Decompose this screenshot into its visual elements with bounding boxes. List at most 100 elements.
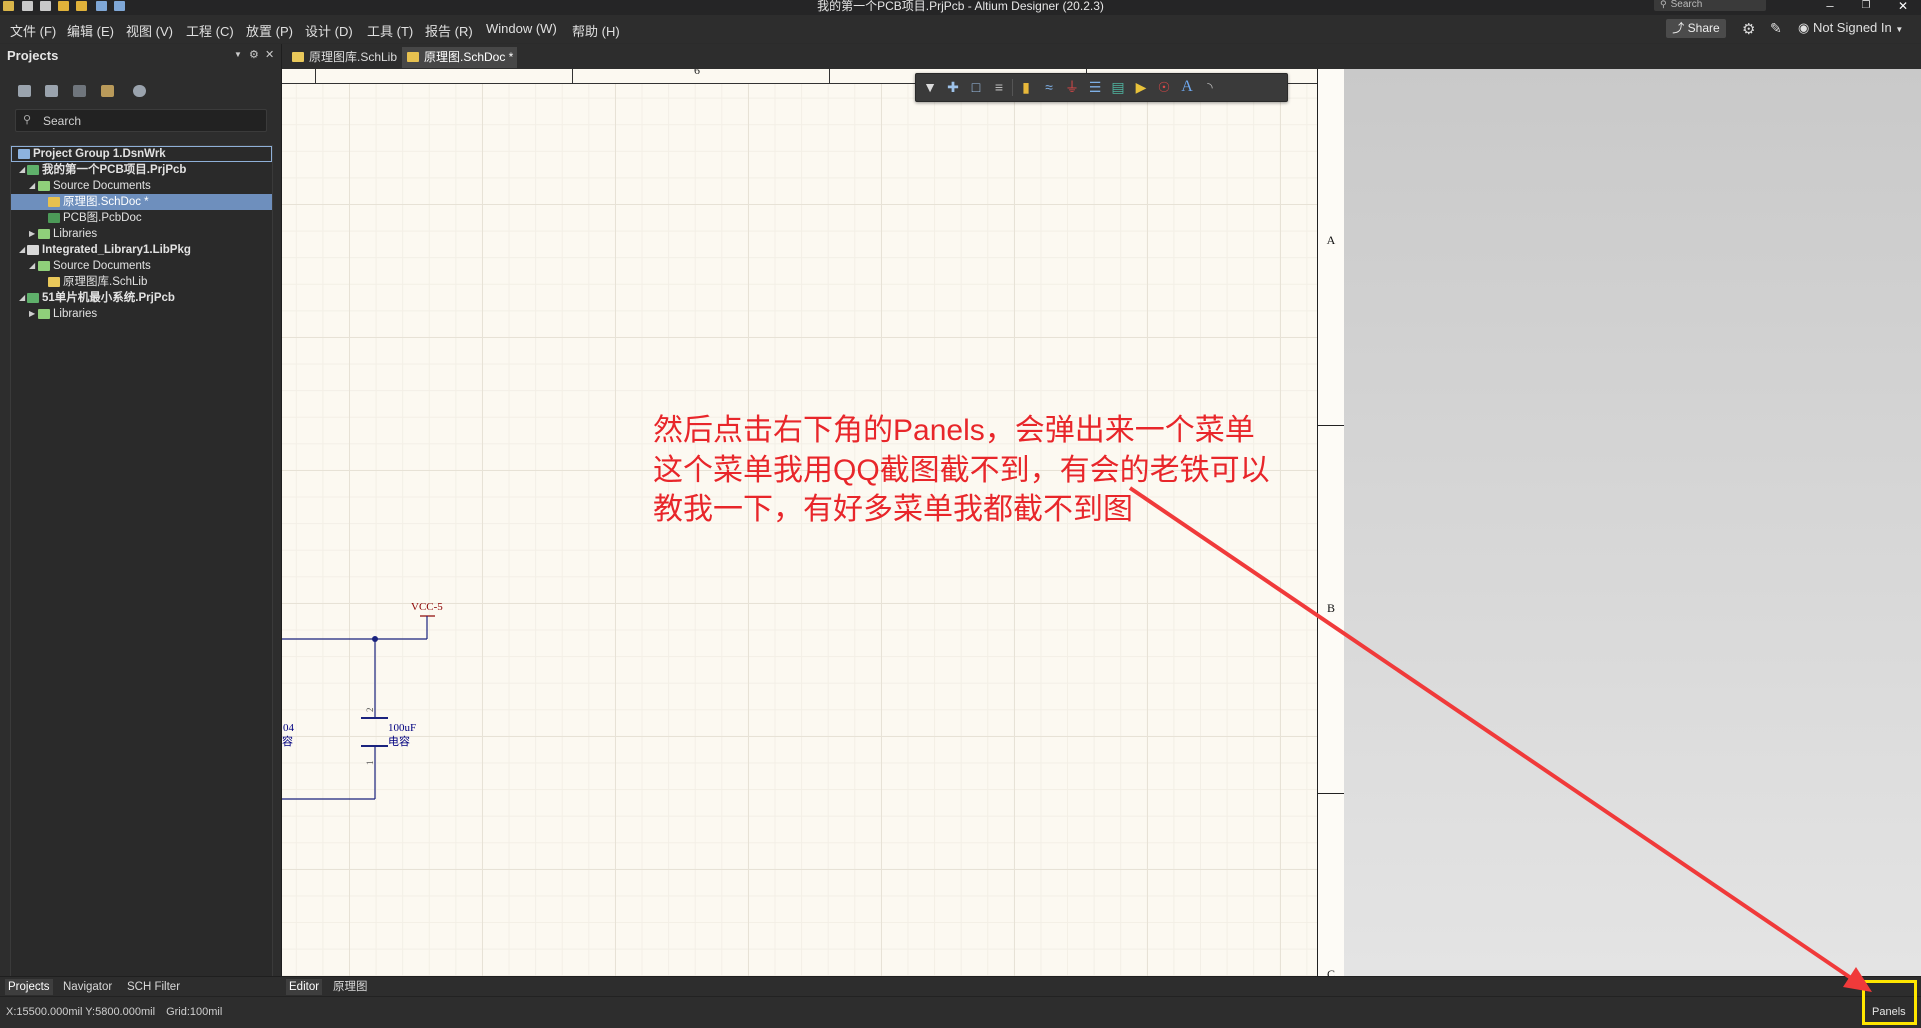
panel-menu-icon[interactable]: ▼ xyxy=(234,50,242,59)
annotation-text: 然后点击右下角的Panels，会弹出来一个菜单 这个菜单我用QQ截图截不到，有会… xyxy=(653,411,1270,530)
restore-button[interactable]: ❐ xyxy=(1851,0,1881,11)
canvas-background[interactable] xyxy=(1344,69,1921,976)
panels-highlight-box xyxy=(1862,980,1917,1025)
tree-item-label: Integrated_Library1.LibPkg xyxy=(42,244,191,256)
compile-icon[interactable] xyxy=(45,85,58,97)
share-button[interactable]: ⤴ Share xyxy=(1666,19,1726,38)
close-icon[interactable]: ✕ xyxy=(265,48,274,61)
menu-edit[interactable]: 编辑 (E) xyxy=(67,21,114,40)
pen-icon[interactable]: ✎ xyxy=(1770,20,1782,37)
wire-icon[interactable]: ≈ xyxy=(1038,78,1060,96)
user-label: Not Signed In xyxy=(1812,20,1892,35)
tree-item-folder[interactable]: ▶ Libraries xyxy=(11,226,272,242)
bus-icon[interactable]: ☰ xyxy=(1084,78,1106,96)
expand-arrow-icon[interactable]: ◢ xyxy=(29,258,35,274)
folder-icon xyxy=(38,229,50,239)
sheet-right-border: A B C xyxy=(1317,69,1344,976)
menu-view[interactable]: 视图 (V) xyxy=(126,21,173,40)
place-part-icon[interactable]: ▮ xyxy=(1015,78,1037,96)
power-port-icon[interactable]: ⏚ xyxy=(1061,78,1083,96)
toolbar-separator xyxy=(1012,79,1013,96)
pin-icon[interactable]: ⚙ xyxy=(249,48,259,61)
schlib-icon xyxy=(48,277,60,287)
projects-search-input[interactable]: ⚲ Search xyxy=(15,109,267,132)
directive-icon[interactable]: ☉ xyxy=(1153,78,1175,96)
power-net-label: VCC-5 xyxy=(411,601,443,613)
crosshair-icon[interactable]: ✚ xyxy=(942,78,964,96)
tree-item-document[interactable]: 原理图.SchDoc * xyxy=(11,194,272,210)
panel-tab-projects[interactable]: Projects xyxy=(5,979,53,995)
save-project-icon[interactable] xyxy=(18,85,31,97)
search-icon: ⚲ xyxy=(23,114,32,126)
menu-tools[interactable]: 工具 (T) xyxy=(367,21,413,40)
tree-item-project[interactable]: ◢ Integrated_Library1.LibPkg xyxy=(11,242,272,258)
collapsed-arrow-icon[interactable]: ▶ xyxy=(29,226,35,242)
expand-arrow-icon[interactable]: ◢ xyxy=(19,162,25,178)
panel-tab-sch-filter[interactable]: SCH Filter xyxy=(124,979,183,995)
select-rect-icon[interactable]: □ xyxy=(965,78,987,96)
projects-panel: Projects ▼ ⚙ ✕ ⚲ Search Project Group 1.… xyxy=(0,44,282,1013)
active-bar-toolbar: ▼ ✚ □ ≡ ▮ ≈ ⏚ ☰ ▤ ▶ ☉ A ◝ xyxy=(915,73,1288,102)
zone-divider xyxy=(1318,425,1344,426)
expand-arrow-icon[interactable]: ◢ xyxy=(19,242,25,258)
tree-item-folder[interactable]: ◢ Source Documents xyxy=(11,258,272,274)
arc-icon[interactable]: ◝ xyxy=(1199,78,1221,96)
collapsed-arrow-icon[interactable]: ▶ xyxy=(29,306,35,322)
tree-item-label: 51单片机最小系统.PrjPcb xyxy=(42,292,175,304)
menu-help[interactable]: 帮助 (H) xyxy=(572,21,620,40)
menu-window[interactable]: Window (W) xyxy=(486,21,557,36)
tree-item-project-group[interactable]: Project Group 1.DsnWrk xyxy=(11,146,272,162)
tab-schlib[interactable]: 原理图库.SchLib xyxy=(287,47,401,68)
tree-item-document[interactable]: PCB图.PcbDoc xyxy=(11,210,272,226)
editor-tab-editor[interactable]: Editor xyxy=(286,979,323,995)
project-folder-icon[interactable] xyxy=(101,85,114,97)
text-icon[interactable]: A xyxy=(1176,78,1198,96)
menu-design[interactable]: 设计 (D) xyxy=(305,21,353,40)
tree-item-label: 原理图库.SchLib xyxy=(63,276,148,288)
close-button[interactable]: ✕ xyxy=(1888,0,1918,13)
share-label: Share xyxy=(1687,21,1720,35)
left-part-value: 04 xyxy=(283,722,295,734)
annotation-line-3: 教我一下，有好多菜单我都截不到图 xyxy=(653,493,1133,526)
minimize-button[interactable]: – xyxy=(1815,0,1845,13)
tree-item-label: Libraries xyxy=(53,228,98,240)
junction-dot xyxy=(372,636,378,642)
tab-schdoc[interactable]: 原理图.SchDoc * xyxy=(402,47,518,68)
menu-bar: 文件 (F) 编辑 (E) 视图 (V) 工程 (C) 放置 (P) 设计 (D… xyxy=(0,15,1921,43)
folder-icon xyxy=(38,309,50,319)
align-icon[interactable]: ≡ xyxy=(988,78,1010,96)
tree-item-folder[interactable]: ◢ Source Documents xyxy=(11,178,272,194)
tree-item-project[interactable]: ◢ 我的第一个PCB项目.PrjPcb xyxy=(11,162,272,178)
tab-label: 原理图.SchDoc * xyxy=(424,50,514,64)
gear-icon[interactable]: ⚙ xyxy=(1742,20,1755,38)
account-menu[interactable]: ◉ Not Signed In ▼ xyxy=(1798,20,1903,36)
menu-reports[interactable]: 报告 (R) xyxy=(425,21,473,40)
integrated-library-icon xyxy=(27,245,39,255)
projects-panel-title: Projects xyxy=(7,48,59,63)
global-search-box[interactable]: ⚲ Search xyxy=(1654,0,1766,11)
add-document-icon[interactable] xyxy=(73,85,86,97)
tree-item-folder[interactable]: ▶ Libraries xyxy=(11,306,272,322)
tree-item-document[interactable]: 原理图库.SchLib xyxy=(11,274,272,290)
capacitor-pin-top: 2 xyxy=(365,708,375,713)
folder-icon xyxy=(38,181,50,191)
user-icon: ◉ xyxy=(1798,20,1810,35)
tree-item-label: Source Documents xyxy=(53,180,151,192)
schlib-icon xyxy=(292,52,304,62)
expand-arrow-icon[interactable]: ◢ xyxy=(19,290,25,306)
port-icon[interactable]: ▶ xyxy=(1130,78,1152,96)
pcb-project-icon xyxy=(27,165,39,175)
harness-icon[interactable]: ▤ xyxy=(1107,78,1129,96)
title-bar: 我的第一个PCB项目.PrjPcb - Altium Designer (20.… xyxy=(0,0,1921,15)
filter-icon[interactable]: ▼ xyxy=(919,78,941,96)
tree-item-label: 原理图.SchDoc * xyxy=(63,196,149,208)
tree-item-project[interactable]: ◢ 51单片机最小系统.PrjPcb xyxy=(11,290,272,306)
panel-tab-navigator[interactable]: Navigator xyxy=(60,979,115,995)
menu-file[interactable]: 文件 (F) xyxy=(10,21,56,40)
settings-icon[interactable] xyxy=(133,85,146,97)
pcb-project-icon xyxy=(27,293,39,303)
menu-place[interactable]: 放置 (P) xyxy=(246,21,293,40)
expand-arrow-icon[interactable]: ◢ xyxy=(29,178,35,194)
editor-tab-sheet[interactable]: 原理图 xyxy=(330,979,371,995)
menu-project[interactable]: 工程 (C) xyxy=(186,21,234,40)
